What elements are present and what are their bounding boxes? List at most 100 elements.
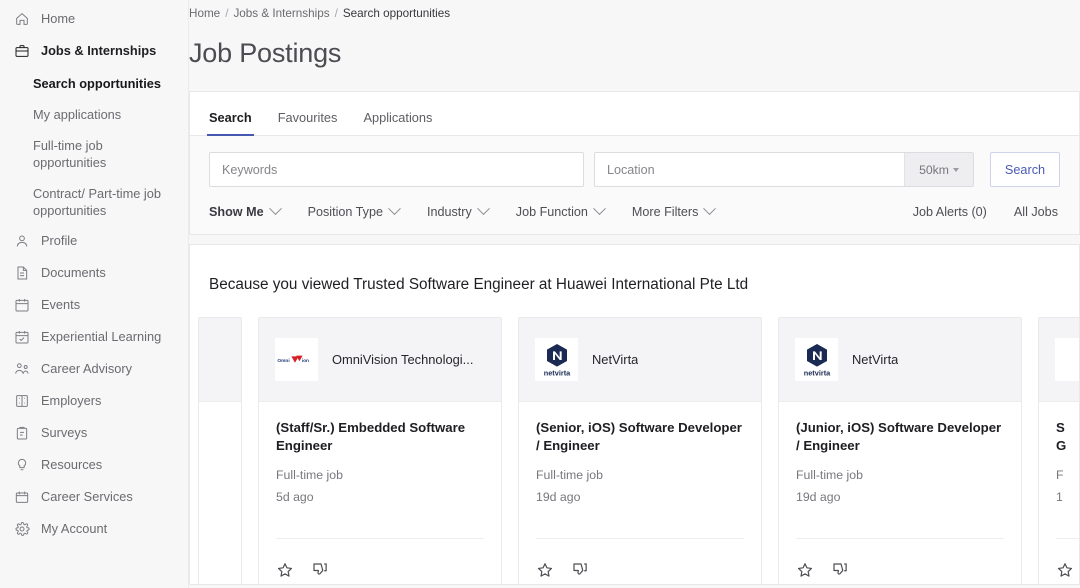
filter-job-function[interactable]: Job Function — [516, 205, 604, 219]
sidebar-item-jobs-internships[interactable]: Jobs & Internships — [0, 36, 188, 68]
job-posted-date: 5d ago — [276, 486, 484, 508]
tab-list: Search Favourites Applications — [190, 92, 1079, 136]
recommendation-heading: Because you viewed Trusted Software Engi… — [190, 245, 1079, 295]
tabs-container: Search Favourites Applications — [189, 91, 1080, 136]
job-card[interactable]: netvirta NetVirta (Junior, iOS) Software… — [778, 317, 1022, 585]
sidebar-subitem-fulltime-jobs[interactable]: Full-time job opportunities — [0, 130, 188, 178]
sidebar-item-career-services[interactable]: Career Services — [0, 482, 188, 514]
breadcrumb-current: Search opportunities — [343, 7, 450, 20]
netvirta-logo: netvirta — [537, 341, 577, 379]
job-card-carousel[interactable]: Omni ion OmniVision Technologi... (Staff… — [190, 295, 1079, 585]
company-logo — [1055, 338, 1079, 381]
filter-more-filters[interactable]: More Filters — [632, 205, 714, 219]
calendar-icon — [14, 297, 30, 313]
briefcase-icon — [14, 43, 30, 59]
tab-favourites[interactable]: Favourites — [278, 111, 338, 135]
sidebar-subitem-contract-parttime-jobs[interactable]: Contract/ Part-time job opportunities — [0, 178, 188, 226]
sidebar-item-label: Experiential Learning — [41, 329, 161, 345]
filter-position-type[interactable]: Position Type — [308, 205, 399, 219]
bulb-icon — [14, 457, 30, 473]
card-body: (Junior, iOS) Software Developer / Engin… — [779, 402, 1021, 539]
sidebar-item-employers[interactable]: Employers — [0, 386, 188, 418]
sidebar-subitem-my-applications[interactable]: My applications — [0, 99, 188, 130]
all-jobs-link[interactable]: All Jobs — [1014, 205, 1058, 219]
netvirta-logo: netvirta — [797, 341, 837, 379]
company-name: NetVirta — [852, 352, 898, 367]
job-card-partial-right[interactable]: SG F 1 — [1038, 317, 1079, 585]
svg-text:netvirta: netvirta — [803, 368, 830, 377]
breadcrumb-home[interactable]: Home — [189, 7, 220, 20]
breadcrumb-separator: / — [335, 7, 338, 20]
sidebar-item-documents[interactable]: Documents — [0, 258, 188, 290]
search-panel: Search Favourites Applications Keywords … — [189, 91, 1080, 585]
breadcrumb: Home / Jobs & Internships / Search oppor… — [189, 0, 1080, 22]
filter-label: Show Me — [209, 205, 264, 219]
chevron-down-icon — [477, 202, 490, 215]
job-posted-date: 1 — [1056, 486, 1079, 508]
chevron-down-icon — [388, 202, 401, 215]
radius-dropdown[interactable]: 50km — [904, 153, 973, 186]
company-name: NetVirta — [592, 352, 638, 367]
job-type: Full-time job — [536, 464, 744, 486]
app-root: Home Jobs & Internships Search opportuni… — [0, 0, 1080, 588]
sidebar-item-surveys[interactable]: Surveys — [0, 418, 188, 450]
sidebar-item-profile[interactable]: Profile — [0, 226, 188, 258]
sidebar-item-events[interactable]: Events — [0, 290, 188, 322]
chevron-down-icon — [269, 202, 282, 215]
breadcrumb-separator: / — [225, 7, 228, 20]
job-title: (Senior, iOS) Software Developer / Engin… — [536, 419, 744, 455]
job-card[interactable]: netvirta NetVirta (Senior, iOS) Software… — [518, 317, 762, 585]
card-body: (Staff/Sr.) Embedded Software Engineer F… — [259, 402, 501, 539]
breadcrumb-jobs-internships[interactable]: Jobs & Internships — [233, 7, 329, 20]
sidebar-item-label: Home — [41, 11, 75, 27]
star-outline-icon[interactable] — [536, 561, 554, 579]
job-posted-date: 19d ago — [536, 486, 744, 508]
chevron-down-icon — [593, 202, 606, 215]
thumbs-down-icon[interactable] — [831, 561, 849, 579]
sidebar-item-home[interactable]: Home — [0, 4, 188, 36]
sidebar-item-label: Surveys — [41, 425, 87, 441]
filter-label: Position Type — [308, 205, 383, 219]
job-type: Full-time job — [276, 464, 484, 486]
company-logo: netvirta — [795, 338, 838, 381]
tab-search[interactable]: Search — [209, 111, 252, 135]
sidebar-item-label: Career Services — [41, 489, 133, 505]
job-title: (Staff/Sr.) Embedded Software Engineer — [276, 419, 484, 455]
filter-show-me[interactable]: Show Me — [209, 205, 280, 219]
location-input[interactable]: Location — [595, 153, 904, 186]
star-outline-icon[interactable] — [276, 561, 294, 579]
company-name: OmniVision Technologi... — [332, 352, 473, 367]
sidebar-item-my-account[interactable]: My Account — [0, 514, 188, 546]
sidebar-item-experiential-learning[interactable]: Experiential Learning — [0, 322, 188, 354]
search-input[interactable]: Keywords — [209, 152, 584, 187]
card-actions — [259, 539, 501, 585]
star-outline-icon[interactable] — [796, 561, 814, 579]
thumbs-down-icon[interactable] — [311, 561, 329, 579]
thumbs-down-icon[interactable] — [571, 561, 589, 579]
search-filters-area: Keywords Location 50km Search Show Me — [189, 136, 1080, 235]
sidebar-item-resources[interactable]: Resources — [0, 450, 188, 482]
clipboard-icon — [14, 425, 30, 441]
filter-industry[interactable]: Industry — [427, 205, 488, 219]
radius-label: 50km — [919, 163, 949, 177]
people-icon — [14, 361, 30, 377]
filter-label: Industry — [427, 205, 472, 219]
search-button[interactable]: Search — [990, 152, 1060, 187]
results-panel: Because you viewed Trusted Software Engi… — [189, 244, 1080, 585]
star-outline-icon[interactable] — [1056, 561, 1074, 579]
job-card[interactable]: Omni ion OmniVision Technologi... (Staff… — [258, 317, 502, 585]
chevron-down-icon — [953, 168, 959, 172]
building-icon — [14, 393, 30, 409]
card-header — [199, 318, 241, 402]
job-card-partial-left[interactable] — [198, 317, 242, 585]
tab-applications[interactable]: Applications — [363, 111, 432, 135]
sidebar-item-career-advisory[interactable]: Career Advisory — [0, 354, 188, 386]
card-body — [199, 402, 241, 585]
card-body: SG F 1 — [1039, 402, 1079, 539]
sidebar-subitem-search-opportunities[interactable]: Search opportunities — [0, 68, 188, 99]
card-header: netvirta NetVirta — [779, 318, 1021, 402]
main-content: Home / Jobs & Internships / Search oppor… — [189, 0, 1080, 588]
sidebar-item-label: Resources — [41, 457, 102, 473]
omnivision-logo: Omni ion — [277, 350, 317, 370]
job-alerts-link[interactable]: Job Alerts (0) — [913, 205, 987, 219]
